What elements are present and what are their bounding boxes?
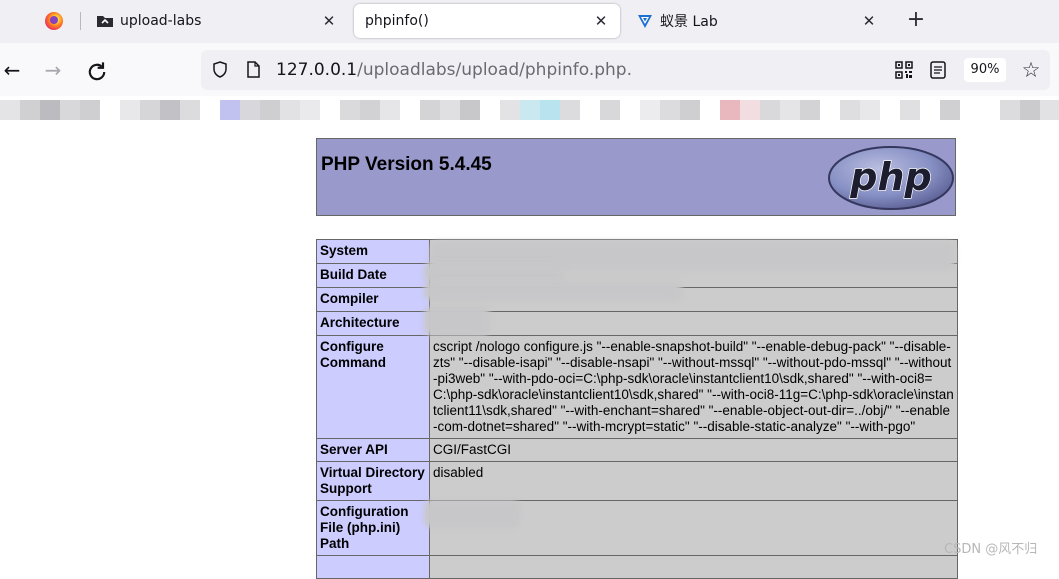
row-label: Server API xyxy=(316,438,430,462)
tab-antlab[interactable]: 蚁景 Lab ✕ xyxy=(626,4,888,38)
page-icon[interactable] xyxy=(247,61,260,78)
url-text[interactable]: 127.0.0.1/uploadlabs/upload/phpinfo.php. xyxy=(276,59,632,81)
url-bar[interactable]: 127.0.0.1/uploadlabs/upload/phpinfo.php.… xyxy=(201,50,1050,90)
row-label: Architecture xyxy=(316,311,430,336)
table-row: Server API CGI/FastCGI xyxy=(316,438,958,462)
row-label: Configuration File (php.ini) Path xyxy=(316,500,430,556)
tab-close-icon[interactable]: ✕ xyxy=(592,12,610,30)
php-version-title: PHP Version 5.4.45 xyxy=(321,154,492,175)
tab-phpinfo[interactable]: phpinfo() ✕ xyxy=(354,4,620,38)
back-arrow-icon[interactable]: ← xyxy=(0,58,24,82)
table-row: Architecture xyxy=(316,311,958,336)
table-row: Configure Command cscript /nologo config… xyxy=(316,335,958,439)
tab-upload-labs[interactable]: upload-labs ✕ xyxy=(86,4,348,38)
row-label: Build Date xyxy=(316,263,430,288)
redaction-blur xyxy=(424,306,490,336)
php-version-header: PHP Version 5.4.45 php xyxy=(316,138,956,216)
php-logo[interactable]: php xyxy=(827,145,955,211)
antlab-icon xyxy=(638,15,652,28)
row-label: Compiler xyxy=(316,287,430,312)
new-tab-plus-icon[interactable]: + xyxy=(904,8,928,32)
redaction-blur xyxy=(424,281,682,301)
row-value: disabled xyxy=(429,461,958,501)
url-path: /uploadlabs/upload/phpinfo.php. xyxy=(357,60,632,80)
reload-icon[interactable] xyxy=(85,60,109,84)
url-host: 127.0.0.1 xyxy=(276,60,358,80)
csdn-watermark: CSDN @风不归 xyxy=(944,542,1038,557)
row-value: cscript /nologo configure.js "--enable-s… xyxy=(429,335,958,439)
table-row xyxy=(316,555,958,579)
shield-icon[interactable] xyxy=(213,61,227,78)
table-row: Virtual Directory Support disabled xyxy=(316,461,958,501)
firefox-view-button[interactable] xyxy=(28,6,80,36)
tab-close-icon[interactable]: ✕ xyxy=(860,12,878,30)
row-value: CGI/FastCGI xyxy=(429,438,958,462)
row-value xyxy=(429,311,958,336)
reader-view-icon[interactable] xyxy=(930,61,946,79)
row-label: Configure Command xyxy=(316,335,430,439)
tab-label: 蚁景 Lab xyxy=(660,14,718,30)
tab-label: phpinfo() xyxy=(365,13,429,29)
folder-icon xyxy=(97,16,113,27)
table-row: Configuration File (php.ini) Path xyxy=(316,500,958,556)
row-value xyxy=(429,555,958,579)
tab-close-icon[interactable]: ✕ xyxy=(320,12,338,30)
firefox-icon xyxy=(45,12,63,30)
forward-arrow-icon[interactable]: → xyxy=(41,58,65,82)
row-label xyxy=(316,555,430,579)
row-label: System xyxy=(316,239,430,264)
tab-label: upload-labs xyxy=(120,13,202,29)
qr-code-icon[interactable] xyxy=(895,61,913,79)
bookmark-star-icon[interactable]: ☆ xyxy=(1020,59,1042,81)
tab-separator xyxy=(80,12,81,30)
redaction-blur xyxy=(424,500,520,528)
row-label: Virtual Directory Support xyxy=(316,461,430,501)
bookmarks-toolbar-blurred xyxy=(0,96,1059,124)
php-logo-text: php xyxy=(849,155,931,199)
navigation-bar: ← → 127.0.0.1/uploadlabs/upload/phpinfo.… xyxy=(0,43,1059,96)
zoom-level-badge[interactable]: 90% xyxy=(964,58,1006,82)
tab-strip: upload-labs ✕ phpinfo() ✕ 蚁景 Lab ✕ + xyxy=(0,0,1059,43)
